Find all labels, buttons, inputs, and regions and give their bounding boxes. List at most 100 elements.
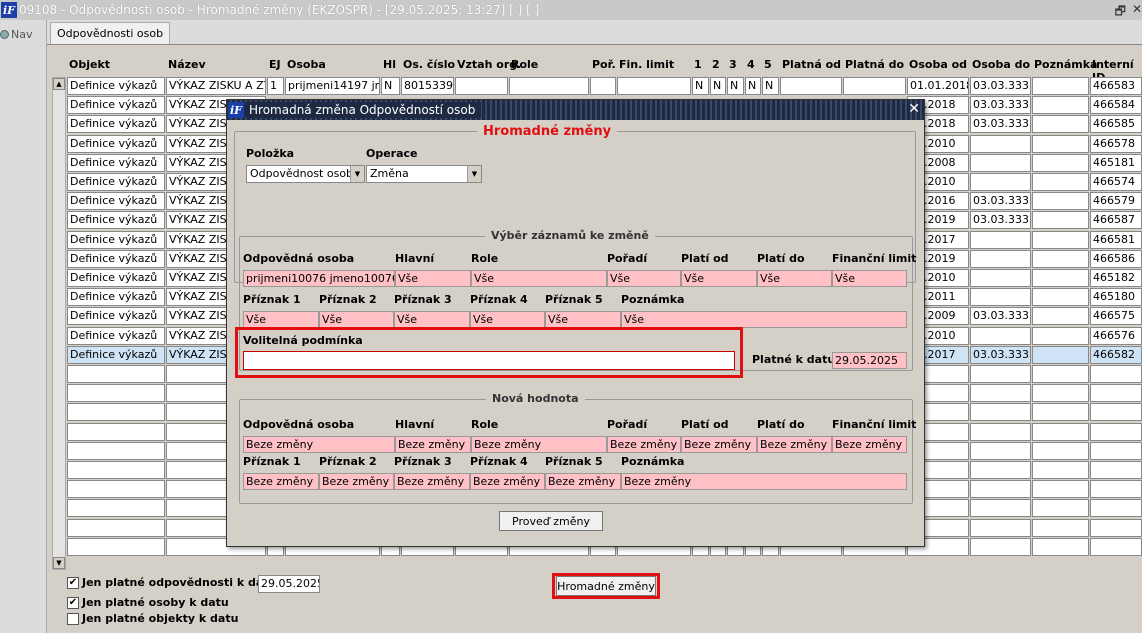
grid-cell[interactable]	[1032, 384, 1089, 402]
grid-cell[interactable]: 466579	[1090, 192, 1142, 210]
filter-field[interactable]: Beze změny	[243, 473, 319, 490]
filter-field[interactable]: Beze změny	[545, 473, 621, 490]
column-header[interactable]: 4	[747, 58, 755, 71]
grid-cell[interactable]	[1032, 135, 1089, 153]
grid-cell[interactable]: N	[762, 77, 779, 95]
grid-cell[interactable]: 80153390	[401, 77, 454, 95]
filter-field[interactable]: Vše	[681, 270, 757, 287]
grid-cell[interactable]: 03.03.3333	[970, 77, 1031, 95]
grid-cell[interactable]	[67, 403, 165, 421]
tab-odpovednosti[interactable]: Odpovědnosti osob	[50, 22, 171, 44]
grid-cell[interactable]	[970, 461, 1031, 479]
grid-cell[interactable]	[970, 327, 1031, 345]
grid-cell[interactable]	[843, 77, 906, 95]
grid-cell[interactable]	[1032, 538, 1089, 556]
column-header[interactable]: Role	[511, 58, 538, 71]
grid-cell[interactable]: Definice výkazů	[67, 346, 165, 364]
grid-cell[interactable]	[1032, 327, 1089, 345]
grid-cell[interactable]	[1032, 365, 1089, 383]
checkbox-checked-icon[interactable]: ✔	[67, 596, 79, 609]
polozka-select[interactable]: Odpovědnost osoby ▼	[246, 165, 365, 183]
grid-cell[interactable]	[1032, 346, 1089, 364]
operace-select[interactable]: Změna ▼	[366, 165, 482, 183]
grid-cell[interactable]	[1032, 288, 1089, 306]
filter-field[interactable]: Vše	[394, 311, 470, 328]
grid-cell[interactable]: N	[727, 77, 744, 95]
grid-cell[interactable]	[970, 365, 1031, 383]
filter-date-input[interactable]: 29.05.2025	[258, 575, 320, 593]
column-header[interactable]: 3	[729, 58, 737, 71]
filter-field[interactable]: Beze změny	[319, 473, 394, 490]
grid-cell[interactable]	[970, 384, 1031, 402]
grid-cell[interactable]	[970, 288, 1031, 306]
scroll-up-icon[interactable]: ▲	[53, 78, 65, 90]
grid-cell[interactable]: Definice výkazů	[67, 250, 165, 268]
grid-cell[interactable]	[67, 499, 165, 517]
grid-cell[interactable]: N	[692, 77, 709, 95]
chevron-down-icon[interactable]: ▼	[350, 166, 364, 182]
column-header[interactable]: 1	[694, 58, 702, 71]
column-header[interactable]: EJ	[269, 58, 281, 71]
grid-cell[interactable]: Definice výkazů	[67, 211, 165, 229]
grid-cell[interactable]	[1032, 442, 1089, 460]
grid-cell[interactable]	[1032, 96, 1089, 114]
scroll-down-icon[interactable]: ▼	[53, 557, 65, 569]
filter-field[interactable]: Beze změny	[621, 473, 907, 490]
run-changes-button[interactable]: Proveď změny	[499, 511, 603, 531]
grid-cell[interactable]: 465181	[1090, 154, 1142, 172]
grid-cell[interactable]: Definice výkazů	[67, 96, 165, 114]
grid-cell[interactable]	[67, 423, 165, 441]
grid-cell[interactable]	[67, 538, 165, 556]
grid-cell[interactable]	[970, 269, 1031, 287]
column-header[interactable]: Osoba do	[972, 58, 1030, 71]
grid-cell[interactable]: Definice výkazů	[67, 192, 165, 210]
grid-cell[interactable]: Definice výkazů	[67, 307, 165, 325]
grid-cell[interactable]	[509, 77, 589, 95]
grid-cell[interactable]	[1032, 499, 1089, 517]
grid-cell[interactable]: 03.03.3333	[970, 96, 1031, 114]
grid-cell[interactable]	[1032, 211, 1089, 229]
grid-cell[interactable]: prijmeni14197 jmen	[285, 77, 380, 95]
grid-cell[interactable]	[1032, 403, 1089, 421]
grid-cell[interactable]	[67, 365, 165, 383]
grid-cell[interactable]	[1090, 423, 1142, 441]
grid-cell[interactable]	[1032, 519, 1089, 537]
close-icon[interactable]: ✕	[908, 101, 920, 117]
grid-cell[interactable]	[617, 77, 691, 95]
grid-cell[interactable]	[970, 480, 1031, 498]
filter-field[interactable]: Vše	[319, 311, 394, 328]
grid-cell[interactable]	[1032, 231, 1089, 249]
filter-field[interactable]: Vše	[243, 311, 319, 328]
grid-cell[interactable]	[970, 538, 1031, 556]
grid-cell[interactable]	[1090, 384, 1142, 402]
grid-cell[interactable]: N	[381, 77, 400, 95]
column-header[interactable]: Osoba	[287, 58, 326, 71]
grid-cell[interactable]	[67, 519, 165, 537]
optional-condition-input[interactable]	[243, 351, 735, 370]
filter-field[interactable]: Beze změny	[832, 436, 907, 453]
filter-field[interactable]: Vše	[545, 311, 621, 328]
filter-field[interactable]: Vše	[471, 270, 607, 287]
grid-cell[interactable]	[1090, 403, 1142, 421]
chevron-down-icon[interactable]: ▼	[467, 166, 481, 182]
filter-field[interactable]: Beze změny	[471, 436, 607, 453]
column-header[interactable]: Fin. limit	[619, 58, 674, 71]
grid-cell[interactable]	[590, 77, 616, 95]
grid-cell[interactable]	[67, 442, 165, 460]
grid-cell[interactable]: 466575	[1090, 307, 1142, 325]
grid-cell[interactable]: 466587	[1090, 211, 1142, 229]
grid-cell[interactable]	[1032, 250, 1089, 268]
filter-field[interactable]: Vše	[470, 311, 545, 328]
grid-cell[interactable]: Definice výkazů	[67, 288, 165, 306]
grid-cell[interactable]: 03.03.3333	[970, 211, 1031, 229]
grid-cell[interactable]: N	[745, 77, 761, 95]
filter-valid-persons[interactable]: ✔ Jen platné osoby k datu	[67, 596, 229, 609]
column-header[interactable]: 5	[764, 58, 772, 71]
filter-field[interactable]: Beze změny	[607, 436, 681, 453]
grid-cell[interactable]	[1090, 461, 1142, 479]
column-header[interactable]: Poř.	[592, 58, 616, 71]
grid-cell[interactable]: Definice výkazů	[67, 135, 165, 153]
grid-cell[interactable]	[1032, 269, 1089, 287]
filter-field[interactable]: Beze změny	[243, 436, 395, 453]
grid-cell[interactable]: Definice výkazů	[67, 231, 165, 249]
